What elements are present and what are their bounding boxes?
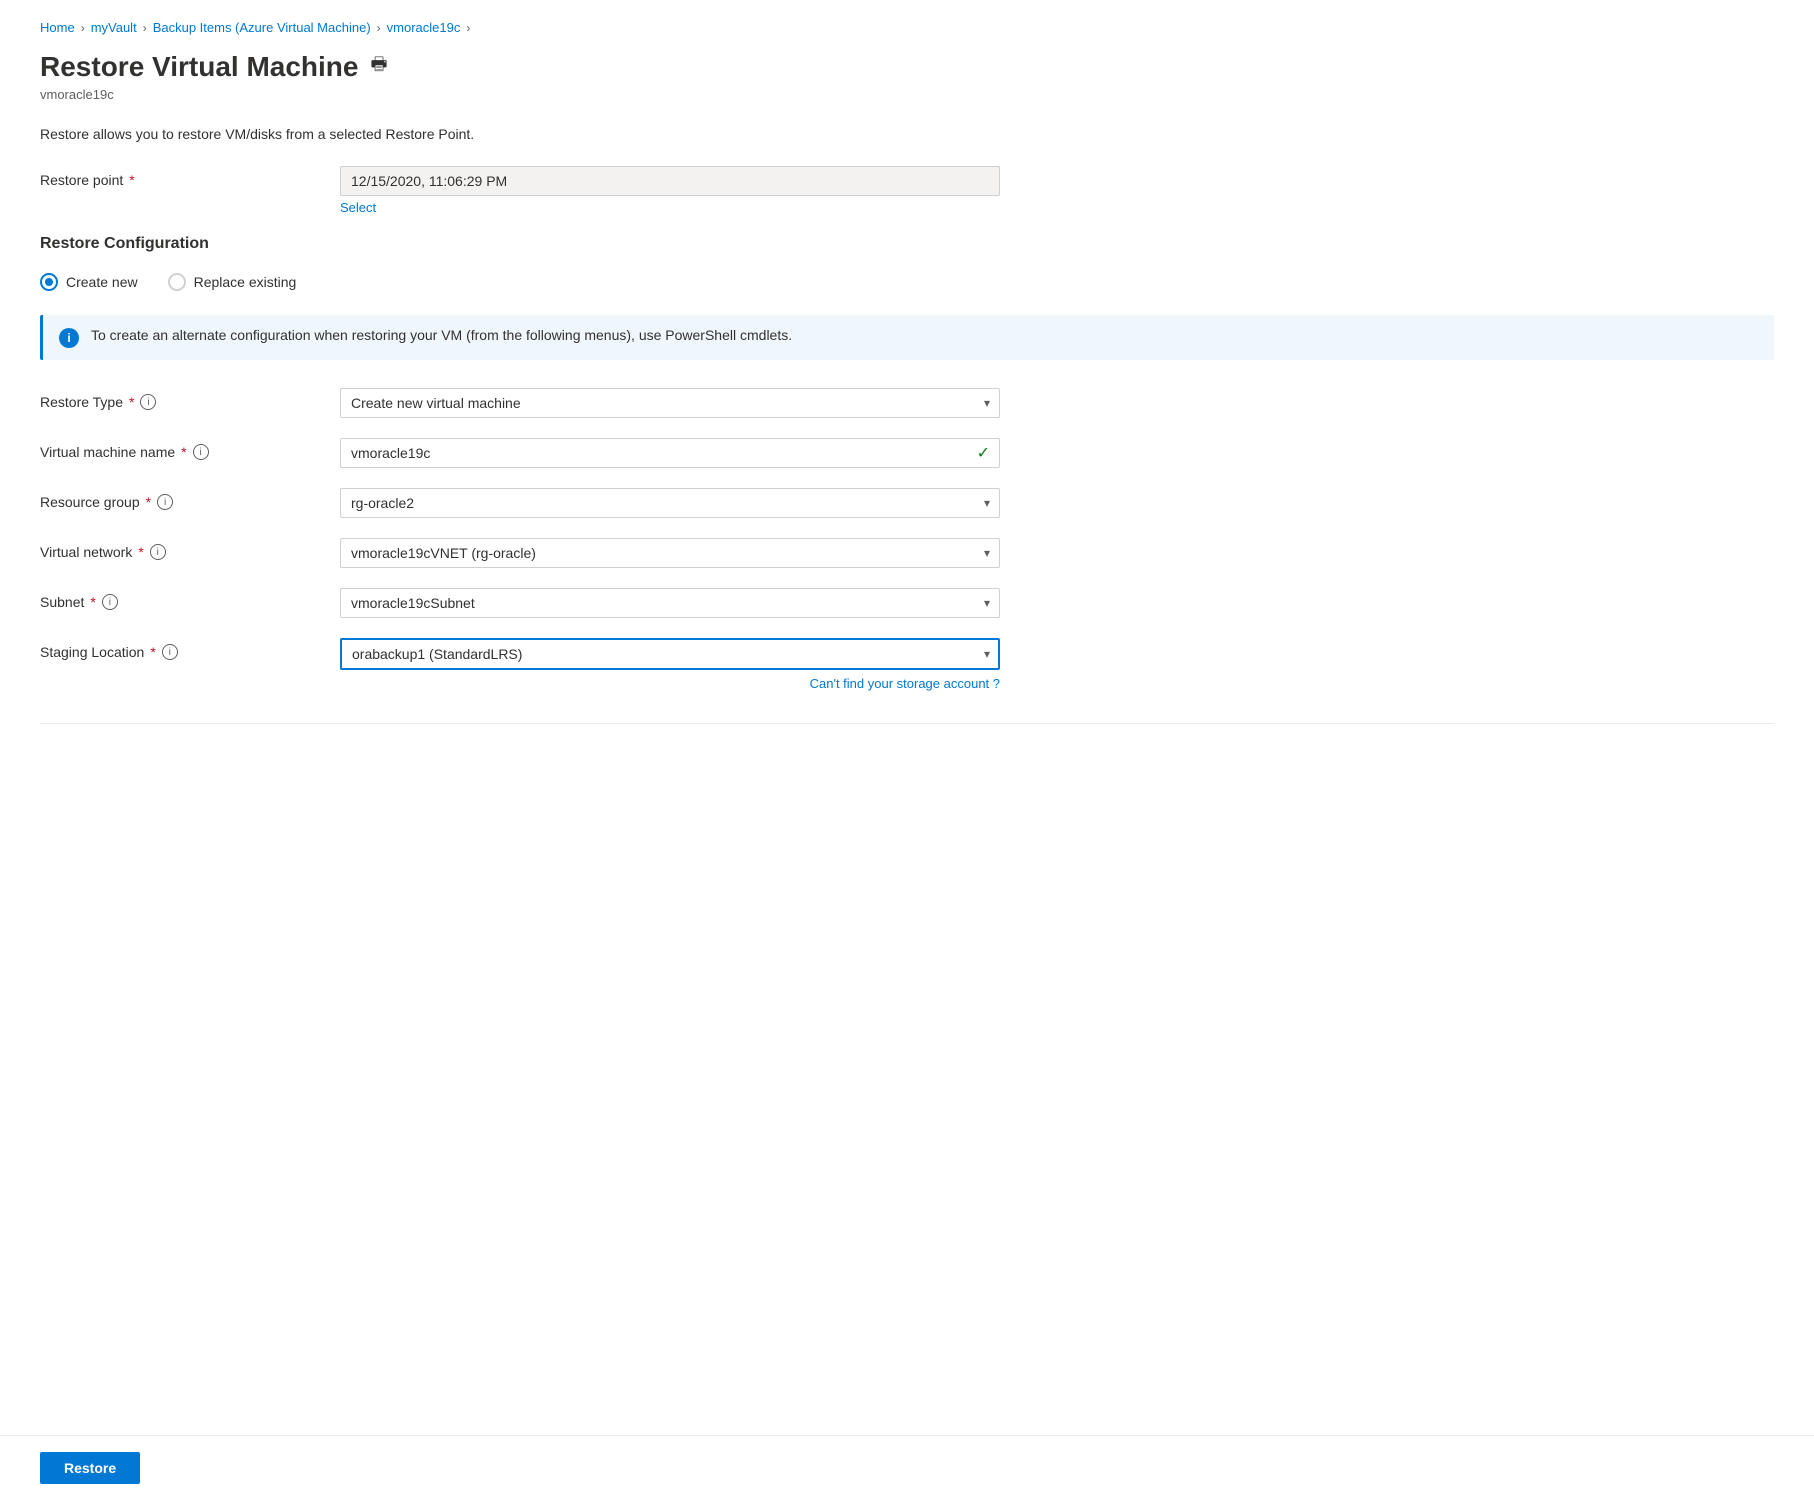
subnet-required: * [90, 594, 95, 610]
resource-group-select-wrapper: rg-oracle2 ▾ [340, 488, 1000, 518]
radio-replace-existing-circle[interactable] [168, 273, 186, 291]
vm-name-label: Virtual machine name * i [40, 438, 320, 460]
staging-location-select[interactable]: orabackup1 (StandardLRS) [340, 638, 1000, 670]
resource-group-select[interactable]: rg-oracle2 [340, 488, 1000, 518]
breadcrumb-sep-4: › [466, 21, 470, 35]
restore-type-label: Restore Type * i [40, 388, 320, 410]
info-banner: i To create an alternate configuration w… [40, 315, 1774, 360]
virtual-network-select-wrapper: vmoracle19cVNET (rg-oracle) ▾ [340, 538, 1000, 568]
radio-replace-existing[interactable]: Replace existing [168, 273, 297, 291]
vm-name-row: Virtual machine name * i ✓ [40, 438, 1774, 468]
vm-name-input-wrapper: ✓ [340, 438, 1000, 468]
info-banner-icon: i [59, 328, 79, 348]
vm-name-input[interactable] [340, 438, 1000, 468]
resource-group-required: * [146, 494, 151, 510]
footer-bar: Restore [0, 1435, 1814, 1500]
page-header: Restore Virtual Machine 🖶 [40, 51, 1774, 83]
virtual-network-label: Virtual network * i [40, 538, 320, 560]
subnet-select[interactable]: vmoracle19cSubnet [340, 588, 1000, 618]
restore-configuration-title: Restore Configuration [40, 235, 1774, 253]
staging-location-input-area: orabackup1 (StandardLRS) ▾ Can't find yo… [340, 638, 1000, 691]
restore-type-info-icon[interactable]: i [140, 394, 156, 410]
breadcrumb-backup-items[interactable]: Backup Items (Azure Virtual Machine) [153, 20, 371, 35]
restore-point-row: Restore point * Select [40, 166, 1774, 215]
staging-location-select-wrapper: orabackup1 (StandardLRS) ▾ [340, 638, 1000, 670]
subnet-row: Subnet * i vmoracle19cSubnet ▾ [40, 588, 1774, 618]
restore-type-input-area: Create new virtual machine Restore disks… [340, 388, 1000, 418]
restore-point-label: Restore point * [40, 166, 320, 188]
vm-name-checkmark-icon: ✓ [977, 443, 990, 463]
subnet-info-icon[interactable]: i [102, 594, 118, 610]
breadcrumb-sep-3: › [377, 21, 381, 35]
staging-location-row: Staging Location * i orabackup1 (Standar… [40, 638, 1774, 691]
subnet-label: Subnet * i [40, 588, 320, 610]
virtual-network-input-area: vmoracle19cVNET (rg-oracle) ▾ [340, 538, 1000, 568]
radio-replace-existing-label: Replace existing [194, 274, 297, 290]
resource-group-info-icon[interactable]: i [157, 494, 173, 510]
vm-name-input-area: ✓ [340, 438, 1000, 468]
radio-create-new-label: Create new [66, 274, 138, 290]
breadcrumb-vmoracle[interactable]: vmoracle19c [387, 20, 461, 35]
restore-point-required: * [129, 172, 134, 188]
page-title: Restore Virtual Machine [40, 51, 358, 83]
page-description: Restore allows you to restore VM/disks f… [40, 126, 1774, 142]
vm-name-info-icon[interactable]: i [193, 444, 209, 460]
virtual-network-info-icon[interactable]: i [150, 544, 166, 560]
footer-divider [40, 723, 1774, 724]
restore-point-input-area: Select [340, 166, 1000, 215]
cant-find-storage-link[interactable]: Can't find your storage account ? [340, 676, 1000, 691]
staging-location-info-icon[interactable]: i [162, 644, 178, 660]
breadcrumb-myvault[interactable]: myVault [91, 20, 137, 35]
restore-type-select-wrapper: Create new virtual machine Restore disks… [340, 388, 1000, 418]
subnet-select-wrapper: vmoracle19cSubnet ▾ [340, 588, 1000, 618]
restore-point-input[interactable] [340, 166, 1000, 196]
radio-create-new[interactable]: Create new [40, 273, 138, 291]
restore-type-required: * [129, 394, 134, 410]
breadcrumb-home[interactable]: Home [40, 20, 75, 35]
page-subtitle: vmoracle19c [40, 87, 1774, 102]
restore-type-row: Restore Type * i Create new virtual mach… [40, 388, 1774, 418]
subnet-input-area: vmoracle19cSubnet ▾ [340, 588, 1000, 618]
vm-name-required: * [181, 444, 186, 460]
restore-type-radio-group: Create new Replace existing [40, 273, 1774, 291]
breadcrumb: Home › myVault › Backup Items (Azure Vir… [40, 20, 1774, 35]
staging-location-required: * [150, 644, 155, 660]
resource-group-input-area: rg-oracle2 ▾ [340, 488, 1000, 518]
staging-location-label: Staging Location * i [40, 638, 320, 660]
restore-type-select[interactable]: Create new virtual machine Restore disks [340, 388, 1000, 418]
info-banner-text: To create an alternate configuration whe… [91, 327, 792, 343]
virtual-network-row: Virtual network * i vmoracle19cVNET (rg-… [40, 538, 1774, 568]
virtual-network-required: * [138, 544, 143, 560]
restore-point-select-link[interactable]: Select [340, 200, 1000, 215]
breadcrumb-sep-1: › [81, 21, 85, 35]
virtual-network-select[interactable]: vmoracle19cVNET (rg-oracle) [340, 538, 1000, 568]
restore-button[interactable]: Restore [40, 1452, 140, 1484]
breadcrumb-sep-2: › [143, 21, 147, 35]
print-icon[interactable]: 🖶 [370, 52, 387, 82]
resource-group-label: Resource group * i [40, 488, 320, 510]
resource-group-row: Resource group * i rg-oracle2 ▾ [40, 488, 1774, 518]
radio-create-new-circle[interactable] [40, 273, 58, 291]
